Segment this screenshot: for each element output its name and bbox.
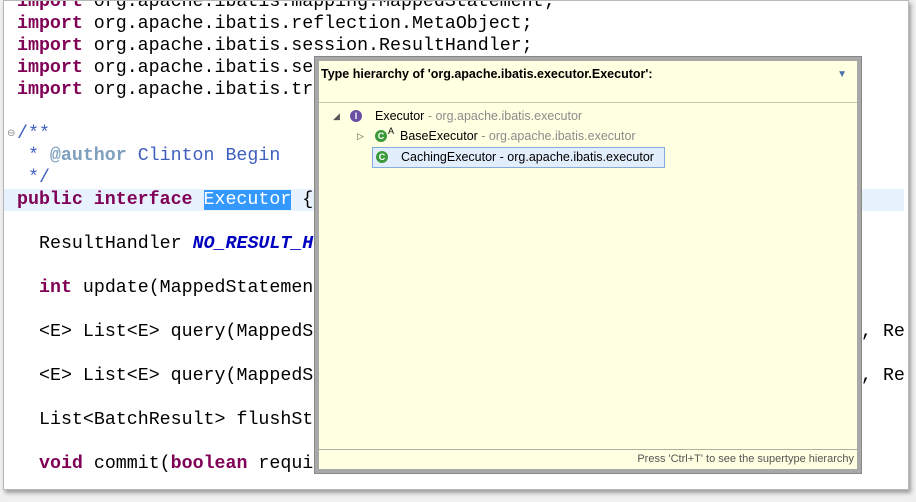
- status-hint: Press 'Ctrl+T' to see the supertype hier…: [637, 453, 854, 465]
- code-line: <E> List<E> query(MappedS: [39, 366, 314, 386]
- code-line: import org.apache.ibatis.tr: [17, 79, 313, 101]
- class-icon: C: [376, 151, 388, 163]
- code-text: ResultHandler: [39, 234, 193, 254]
- code-text: org.apache.ibatis.session.ResultHandler;: [82, 36, 533, 56]
- keyword: import: [17, 58, 83, 78]
- type-name: Executor: [375, 109, 425, 123]
- comment-line: */: [17, 168, 50, 188]
- abstract-class-icon: C: [375, 130, 387, 142]
- code-text: requi: [247, 454, 314, 474]
- code-line: List<BatchResult> flushSt: [39, 410, 314, 430]
- collapsed-arrow-icon[interactable]: ▷: [357, 127, 364, 146]
- package-name: - org.apache.ibatis.executor: [477, 129, 636, 143]
- keyword: public interface: [17, 190, 193, 210]
- package-name: - org.apache.ibatis.executor: [496, 150, 654, 164]
- keyword: import: [17, 14, 83, 34]
- code-line: import org.apache.ibatis.se: [17, 57, 313, 79]
- expanded-arrow-icon[interactable]: ◢: [333, 107, 340, 126]
- code-text: org.apache.ibatis.tr: [82, 80, 314, 100]
- comment-text: Clinton Begin: [126, 146, 281, 166]
- comment-line: * @author Clinton Begin: [17, 145, 280, 167]
- selected-identifier[interactable]: Executor: [203, 190, 292, 210]
- code-text: update(MappedStatemen: [71, 278, 314, 298]
- code-text: , Re: [861, 366, 905, 386]
- code-line: void commit(boolean requi: [39, 453, 313, 475]
- fold-collapse-icon[interactable]: ⊖: [7, 128, 15, 139]
- interface-icon: I: [350, 110, 362, 122]
- code-line: public interface Executor {: [17, 189, 313, 211]
- code-text: org.apache.ibatis.reflection.MetaObject;: [82, 14, 533, 34]
- code-line: import org.apache.ibatis.mapping.MappedS…: [17, 0, 555, 12]
- divider: [319, 449, 857, 450]
- javadoc-tag: @author: [49, 146, 127, 166]
- comment-text: *: [17, 146, 50, 166]
- divider: [319, 102, 857, 103]
- popup-title: Type hierarchy of 'org.apache.ibatis.exe…: [321, 67, 653, 81]
- abstract-badge: A: [388, 126, 395, 136]
- code-line: ResultHandler NO_RESULT_H: [39, 233, 313, 255]
- code-text: , Re: [861, 322, 905, 342]
- keyword: void: [39, 454, 83, 474]
- code-line: import org.apache.ibatis.reflection.Meta…: [17, 13, 533, 35]
- code-text: commit(: [82, 454, 171, 474]
- package-name: - org.apache.ibatis.executor: [424, 109, 583, 123]
- keyword: boolean: [170, 454, 248, 474]
- keyword: import: [17, 80, 83, 100]
- comment-line: /**: [17, 124, 50, 144]
- code-line: <E> List<E> query(MappedS: [39, 322, 314, 342]
- type-name: BaseExecutor: [400, 129, 478, 143]
- code-line: int update(MappedStatemen: [39, 277, 313, 299]
- type-name: CachingExecutor: [401, 150, 497, 164]
- type-hierarchy-popup: Type hierarchy of 'org.apache.ibatis.exe…: [314, 56, 862, 474]
- keyword: import: [17, 36, 83, 56]
- code-text: org.apache.ibatis.se: [82, 58, 314, 78]
- view-menu-icon[interactable]: ▼: [837, 69, 847, 80]
- code-text: {: [291, 190, 314, 210]
- code-line: import org.apache.ibatis.session.ResultH…: [17, 35, 533, 57]
- constant: NO_RESULT_H: [192, 234, 314, 254]
- keyword: int: [39, 278, 72, 298]
- tree-item-cachingexecutor[interactable]: C CachingExecutor - org.apache.ibatis.ex…: [372, 147, 665, 168]
